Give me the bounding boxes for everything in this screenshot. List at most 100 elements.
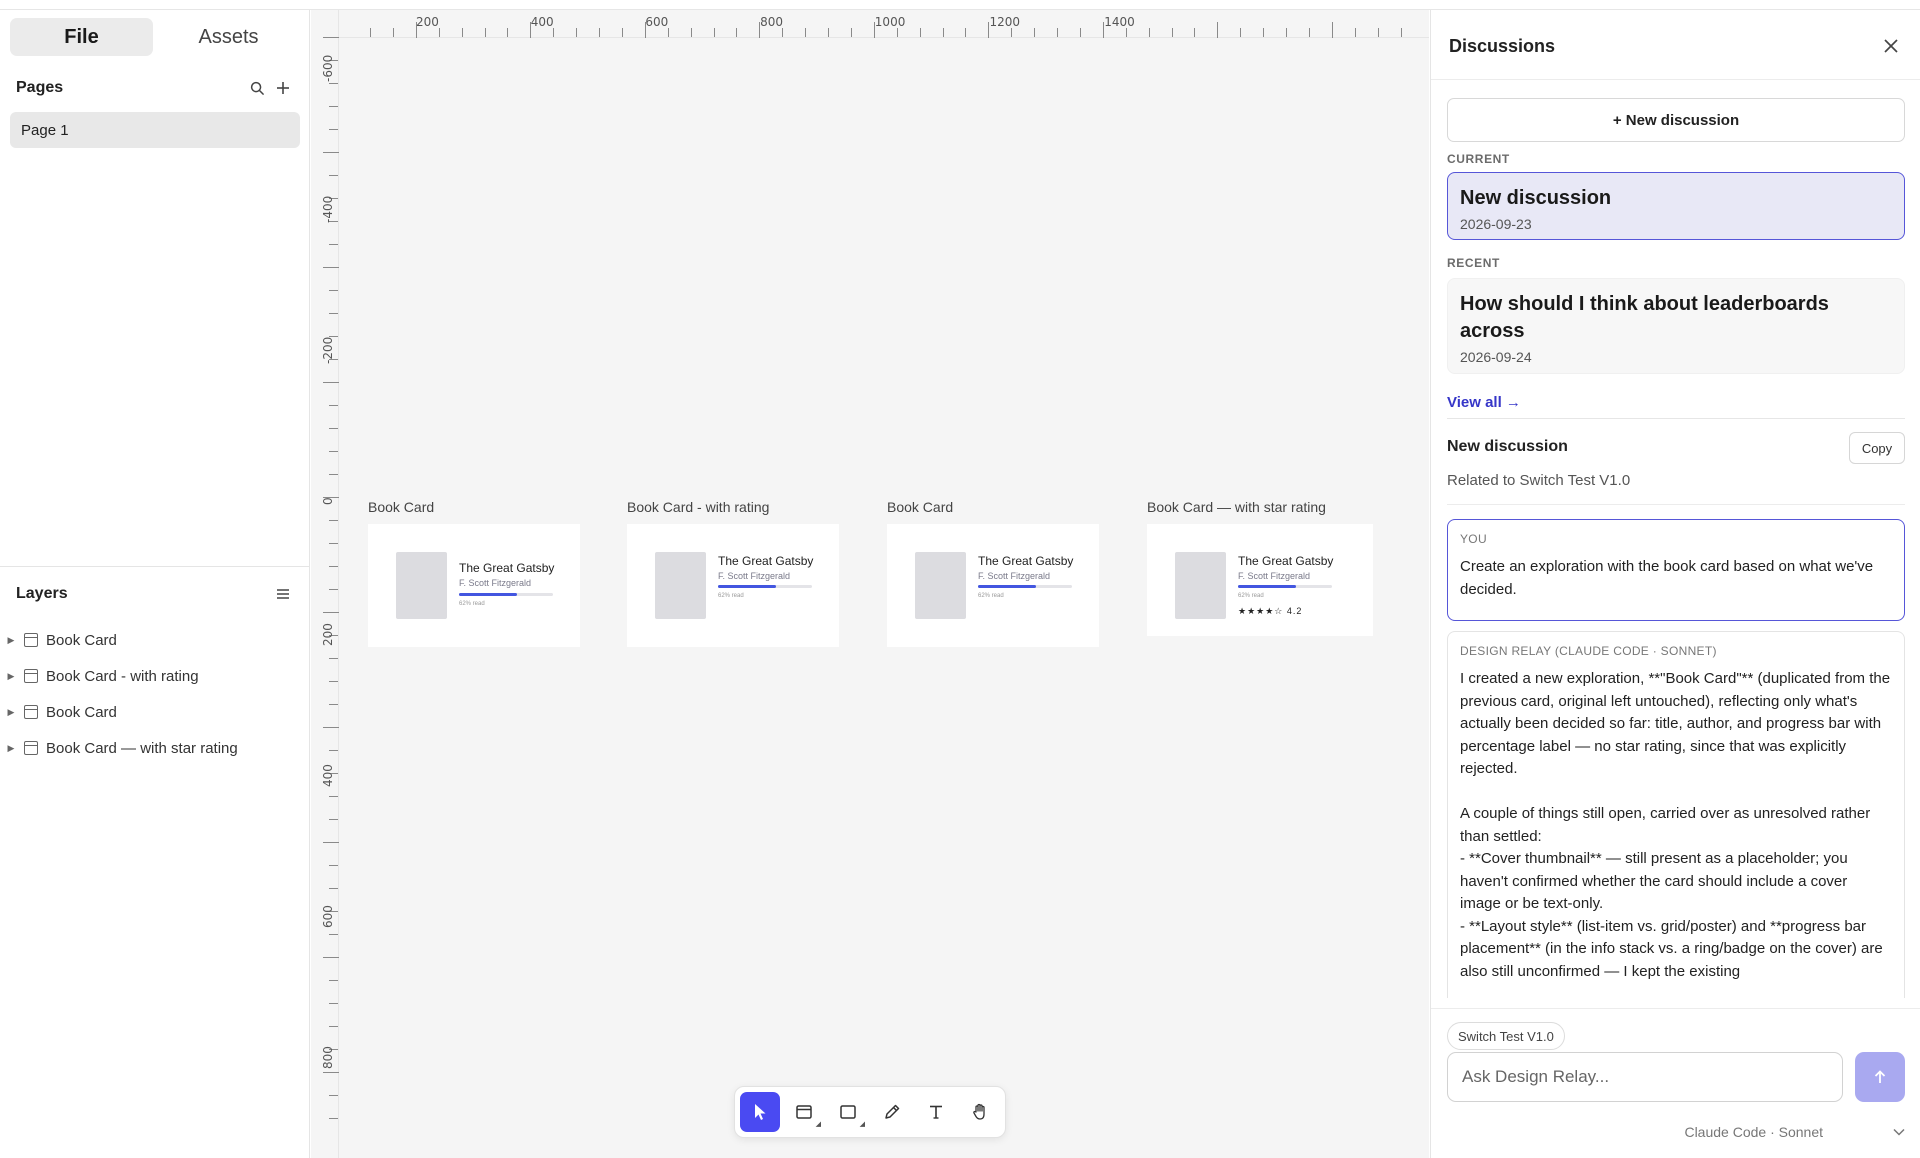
ruler-tick [1057, 28, 1058, 37]
ruler-tick [1263, 28, 1265, 37]
layers-menu-button[interactable] [270, 582, 296, 606]
progress-label: 62% read [718, 593, 744, 599]
ruler-label: 400 [321, 764, 335, 787]
submenu-indicator-icon: ◢ [859, 1121, 865, 1128]
ruler-tick [329, 888, 338, 889]
close-panel-button[interactable] [1879, 34, 1903, 58]
expand-caret-icon[interactable]: ▶ [6, 743, 16, 754]
ruler-tick [1125, 28, 1127, 37]
message-text: I created a new exploration, **"Book Car… [1460, 670, 1891, 980]
send-button[interactable] [1855, 1052, 1905, 1102]
ruler-tick [736, 28, 738, 37]
layer-label: Book Card — with star rating [46, 739, 238, 757]
current-discussion-card[interactable]: New discussion 2026-09-23 [1447, 172, 1905, 240]
ruler-tick [323, 842, 339, 843]
frame-icon [796, 1105, 812, 1119]
book-title: The Great Gatsby [459, 561, 555, 575]
panel-tabs: File Assets [10, 18, 300, 56]
ruler-tick [461, 28, 463, 37]
cursor-icon [755, 1104, 766, 1120]
new-discussion-button[interactable]: + New discussion [1447, 98, 1905, 142]
ruler-tick [329, 83, 338, 84]
discussion-title: New discussion [1460, 187, 1612, 209]
ruler-tick [1171, 28, 1173, 37]
ruler-tick [323, 612, 339, 613]
book-card-frame[interactable]: The Great Gatsby F. Scott Fitzgerald 62%… [887, 524, 1099, 647]
frame-label[interactable]: Book Card [887, 499, 953, 515]
model-selector[interactable]: Claude Code · Sonnet [1677, 1120, 1905, 1144]
frame-label[interactable]: Book Card [368, 499, 434, 515]
progress-bar [978, 585, 1072, 588]
cover-thumbnail [915, 552, 966, 619]
search-pages-button[interactable] [244, 76, 270, 100]
menu-icon [277, 589, 289, 599]
layer-item[interactable]: ▶ Book Card — with star rating [6, 730, 304, 766]
ruler-tick [329, 1026, 338, 1027]
ruler-tick [329, 796, 338, 797]
ruler-tick [329, 658, 338, 659]
ruler-tick [329, 428, 338, 429]
ruler-label: -200 [321, 336, 335, 364]
tab-assets[interactable]: Assets [157, 18, 300, 56]
ruler-tick [850, 28, 852, 37]
pen-tool[interactable] [872, 1092, 912, 1132]
layer-item[interactable]: ▶ Book Card [6, 694, 304, 730]
view-all-link[interactable]: View all → [1447, 394, 1521, 411]
context-chip[interactable]: Switch Test V1.0 [1447, 1022, 1565, 1050]
layer-item[interactable]: ▶ Book Card [6, 622, 304, 658]
progress-fill [1238, 585, 1297, 588]
left-panel: File Assets Pages Page 1 Layers ▶ Book C… [0, 10, 310, 1158]
ruler-label: 1000 [874, 15, 906, 29]
related-context: Related to Switch Test V1.0 [1447, 472, 1631, 489]
ruler-tick [323, 957, 339, 958]
assistant-message: DESIGN RELAY (CLAUDE CODE · SONNET) I cr… [1447, 631, 1905, 998]
pages-title: Pages [16, 79, 64, 96]
message-thread[interactable]: YOU Create an exploration with the book … [1447, 504, 1905, 998]
tab-file[interactable]: File [10, 18, 153, 56]
layer-list: ▶ Book Card ▶ Book Card - with rating ▶ … [6, 622, 304, 766]
ruler-label: 0 [321, 497, 335, 505]
select-tool[interactable] [740, 1092, 780, 1132]
expand-caret-icon[interactable]: ▶ [6, 671, 16, 682]
ruler-label: 800 [760, 15, 783, 29]
book-card-frame[interactable]: The Great Gatsby F. Scott Fitzgerald 62%… [368, 524, 580, 647]
cover-thumbnail [655, 552, 706, 619]
ruler-tick [323, 727, 339, 728]
frame-icon [24, 669, 38, 683]
ruler-tick [329, 106, 338, 107]
conversation-title: New discussion [1447, 438, 1568, 455]
ruler-tick [329, 865, 338, 866]
ruler-tick [323, 152, 339, 153]
frame-tool[interactable]: ◢ [784, 1092, 824, 1132]
ruler-horizontal: 200 400 600 800 1000 1200 1400 [311, 10, 1429, 38]
frame-label[interactable]: Book Card — with star rating [1147, 499, 1326, 515]
input-divider [1431, 1008, 1920, 1009]
book-card-frame[interactable]: The Great Gatsby F. Scott Fitzgerald 62%… [1147, 524, 1373, 636]
progress-bar [718, 585, 812, 588]
frame-label[interactable]: Book Card - with rating [627, 499, 769, 515]
ruler-tick [1377, 28, 1379, 37]
progress-label: 62% read [459, 601, 485, 607]
expand-caret-icon[interactable]: ▶ [6, 707, 16, 718]
ruler-tick [329, 474, 338, 475]
text-tool[interactable] [916, 1092, 956, 1132]
recent-discussion-card[interactable]: How should I think about leaderboards ac… [1447, 278, 1905, 374]
ruler-tick [329, 589, 338, 590]
layer-label: Book Card [46, 631, 117, 649]
ruler-tick [329, 129, 338, 130]
expand-caret-icon[interactable]: ▶ [6, 635, 16, 646]
rectangle-tool[interactable]: ◢ [828, 1092, 868, 1132]
page-item[interactable]: Page 1 [10, 112, 300, 148]
hand-tool[interactable] [960, 1092, 1000, 1132]
search-icon [250, 81, 264, 95]
design-canvas[interactable]: 200 400 600 800 1000 1200 1400 -600 -400 -200 0 20… [311, 10, 1429, 1158]
add-page-button[interactable] [270, 76, 296, 100]
book-title: The Great Gatsby [978, 554, 1074, 568]
layer-item[interactable]: ▶ Book Card - with rating [6, 658, 304, 694]
ruler-tick [329, 451, 338, 452]
book-card-frame[interactable]: The Great Gatsby F. Scott Fitzgerald 62%… [627, 524, 839, 647]
book-author: F. Scott Fitzgerald [978, 571, 1051, 581]
copy-button[interactable]: Copy [1849, 432, 1905, 464]
ask-input[interactable] [1447, 1052, 1843, 1102]
ruler-tick [1308, 28, 1310, 37]
